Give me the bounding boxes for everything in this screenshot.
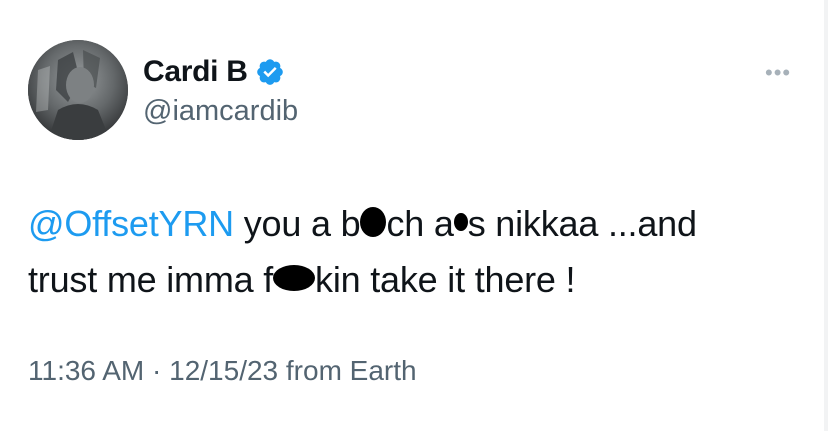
tweet-text-segment: kin take it there ! [315,259,576,300]
tweet-date[interactable]: 12/15/23 [169,355,278,386]
redaction-mark [360,207,387,238]
author-row[interactable]: Cardi B [143,54,285,90]
tweet-text-segment: ch a [386,203,454,244]
tweet-card: Cardi B @iamcardib ••• @OffsetYRN you a … [0,0,828,431]
author-handle[interactable]: @iamcardib [143,94,298,128]
redaction-mark [453,213,468,232]
avatar-image-icon [28,40,128,140]
mention-link[interactable]: @OffsetYRN [28,203,234,244]
more-icon[interactable]: ••• [765,62,791,84]
card-edge-divider [824,0,828,431]
tweet-time[interactable]: 11:36 AM [28,355,144,386]
tweet-text-segment: s nikkaa ...and [467,203,697,244]
tweet-meta: 11:36 AM · 12/15/23 from Earth [28,354,417,388]
redaction-mark [273,265,316,292]
tweet-text-segment: trust me imma f [28,259,274,300]
verified-badge-icon [255,57,285,87]
avatar[interactable] [28,40,128,140]
author-name[interactable]: Cardi B [143,54,248,90]
meta-separator: · [152,355,162,386]
tweet-text: @OffsetYRN you a b ch a s nikkaa ...and tr… [28,196,798,308]
tweet-source: from Earth [285,355,417,386]
tweet-text-segment: you a b [233,203,361,244]
